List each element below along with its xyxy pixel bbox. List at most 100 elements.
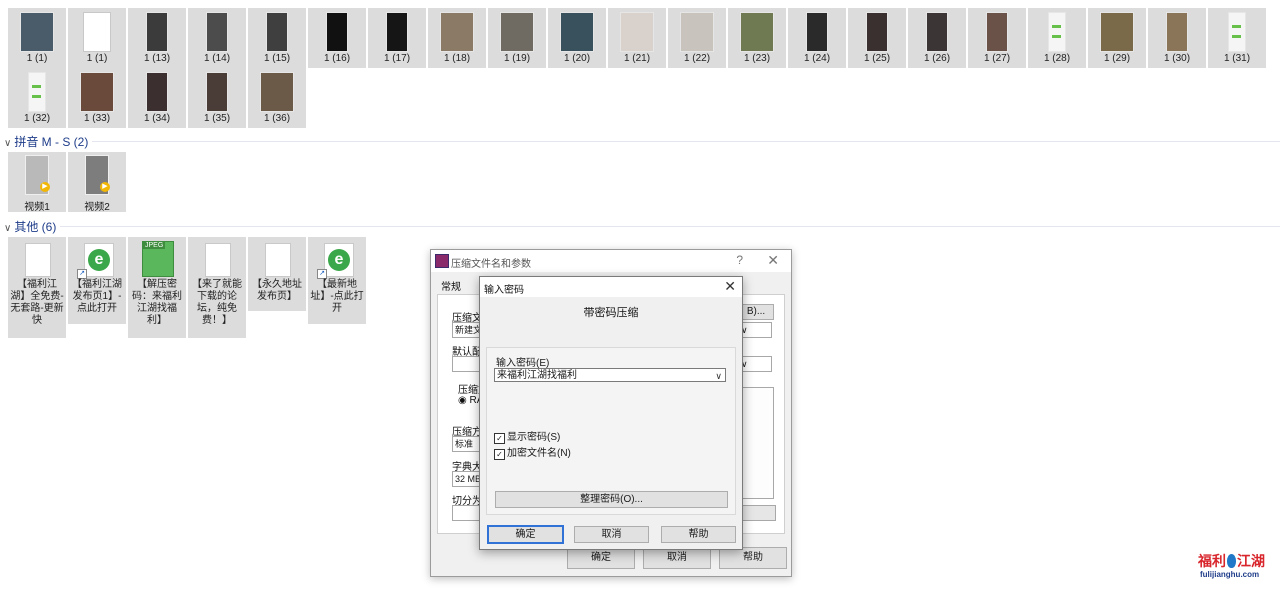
dialog-title: 输入密码 [484,285,524,296]
dialog-heading: 带密码压缩 [583,307,639,319]
image-thumbnail [560,12,594,52]
file-label: 1 (22) [683,53,711,64]
image-thumbnail [866,12,888,52]
image-file[interactable]: 1 (22) [668,8,726,68]
file-label: 【解压密码：来福利江湖找福利】 [132,279,182,326]
image-file[interactable]: 1 (27) [968,8,1026,68]
image-thumbnail [266,12,288,52]
cancel-button[interactable]: 取消 [574,526,649,543]
text-file-icon [265,243,291,277]
watermark-text: 江湖 [1237,553,1265,569]
image-thumbnail [620,12,654,52]
image-file[interactable]: 1 (31) [1208,8,1266,68]
file-label: 1 (13) [143,53,171,64]
image-thumbnail [83,12,111,52]
file-label: 1 (20) [563,53,591,64]
video-file[interactable]: ▶ 视频2 [68,152,126,213]
show-password-checkbox[interactable]: ✓ 显示密码(S) [494,428,560,444]
file-label: 1 (15) [263,53,291,64]
password-label: 输入密码(E) [496,358,550,369]
winrar-icon [435,254,449,268]
image-thumbnail [500,12,534,52]
tab-general[interactable]: 常规 [441,278,461,293]
image-file[interactable]: 1 (16) [308,8,366,68]
ok-button[interactable]: 确定 [567,547,635,569]
image-file[interactable]: 1 (32) [8,68,66,128]
group-title: 拼音 M - S (2) [14,135,89,149]
video-file[interactable]: ▶ 视频1 [8,152,66,213]
image-file[interactable]: 1 (19) [488,8,546,68]
group-header-other[interactable]: ∨ 其他 (6) [4,218,56,235]
file-item[interactable]: e ↗ 【福利江湖发布页1】-点此打开 [68,237,126,324]
image-file[interactable]: 1 (17) [368,8,426,68]
file-explorer: 1 (1) 1 (1) 1 (13) 1 (14) 1 (15) 1 (16) 1 (17)… [0,0,1280,592]
file-label: 1 (28) [1043,53,1071,64]
file-label: 1 (16) [323,53,351,64]
watermark-url: fulijianghu.com [1200,570,1260,579]
cancel-button[interactable]: 取消 [643,547,711,569]
file-label: 1 (24) [803,53,831,64]
image-file[interactable]: 1 (1) [8,8,66,68]
file-item[interactable]: 【来了就能下载的论坛，纯免费！】 [188,237,246,338]
image-file[interactable]: 1 (14) [188,8,246,68]
image-file[interactable]: 1 (26) [908,8,966,68]
dialog-titlebar: 输入密码 ✕ [480,277,742,297]
chevron-down-icon[interactable]: ∨ [715,369,722,383]
image-file[interactable]: 1 (25) [848,8,906,68]
image-file[interactable]: 1 (24) [788,8,846,68]
image-file[interactable]: 1 (18) [428,8,486,68]
dialog-title: 压缩文件名和参数 [451,259,531,270]
image-file[interactable]: 1 (15) [248,8,306,68]
image-file[interactable]: 1 (21) [608,8,666,68]
password-input[interactable]: 来福利江湖找福利 ∨ [494,368,726,382]
help-button[interactable]: 帮助 [661,526,736,543]
file-item[interactable]: 【永久地址发布页】 [248,237,306,311]
image-thumbnail [326,12,348,52]
profile-dropdown[interactable]: ∨ [738,356,772,372]
file-label: 1 (33) [83,113,111,124]
image-file[interactable]: 1 (20) [548,8,606,68]
update-mode-select[interactable]: ∨ [738,322,772,338]
group-header-pinyin[interactable]: ∨ 拼音 M - S (2) [4,133,88,150]
image-thumbnail [1166,12,1188,52]
help-button[interactable]: 帮助 [719,547,787,569]
image-file[interactable]: 1 (23) [728,8,786,68]
checkbox-label: 加密文件名(N) [507,448,571,459]
ie-shortcut-icon: e [84,243,114,277]
ok-button[interactable]: 确定 [487,525,564,544]
image-file[interactable]: 1 (34) [128,68,186,128]
image-thumbnail [20,12,54,52]
file-item[interactable]: 【福利江湖】全免费-无套路-更新快 [8,237,66,338]
encrypt-names-checkbox[interactable]: ✓ 加密文件名(N) [494,444,571,460]
text-file-icon [205,243,231,277]
file-label: 1 (35) [203,113,231,124]
group-divider [60,226,1280,227]
close-icon[interactable]: ✕ [767,252,779,269]
drop-icon [1227,554,1236,568]
image-file[interactable]: 1 (29) [1088,8,1146,68]
image-file[interactable]: 1 (30) [1148,8,1206,68]
file-label: 【来了就能下载的论坛，纯免费！】 [192,279,242,326]
image-file[interactable]: 1 (28) [1028,8,1086,68]
file-label: 1 (19) [503,53,531,64]
file-label: 1 (27) [983,53,1011,64]
file-label: 1 (26) [923,53,951,64]
organize-passwords-button[interactable]: 整理密码(O)... [495,491,728,508]
file-label: 1 (1) [26,53,48,64]
chevron-down-icon: ∨ [4,223,12,234]
image-file[interactable]: 1 (1) [68,8,126,68]
image-file[interactable]: 1 (36) [248,68,306,128]
browse-button[interactable]: B)... [738,304,774,320]
help-icon[interactable]: ? [736,253,743,267]
image-file[interactable]: 1 (35) [188,68,246,128]
image-thumbnail [146,72,168,112]
image-file[interactable]: 1 (13) [128,8,186,68]
watermark-logo: 福利 江湖 fulijianghu.com [1198,551,1274,585]
file-item[interactable]: JPEG 【解压密码：来福利江湖找福利】 [128,237,186,338]
file-item[interactable]: e ↗ 【最新地址】-点此打开 [308,237,366,324]
image-file[interactable]: 1 (33) [68,68,126,128]
play-icon: ▶ [100,182,110,192]
file-label: 1 (18) [443,53,471,64]
image-thumbnail [28,72,46,112]
close-icon[interactable]: ✕ [724,278,736,295]
